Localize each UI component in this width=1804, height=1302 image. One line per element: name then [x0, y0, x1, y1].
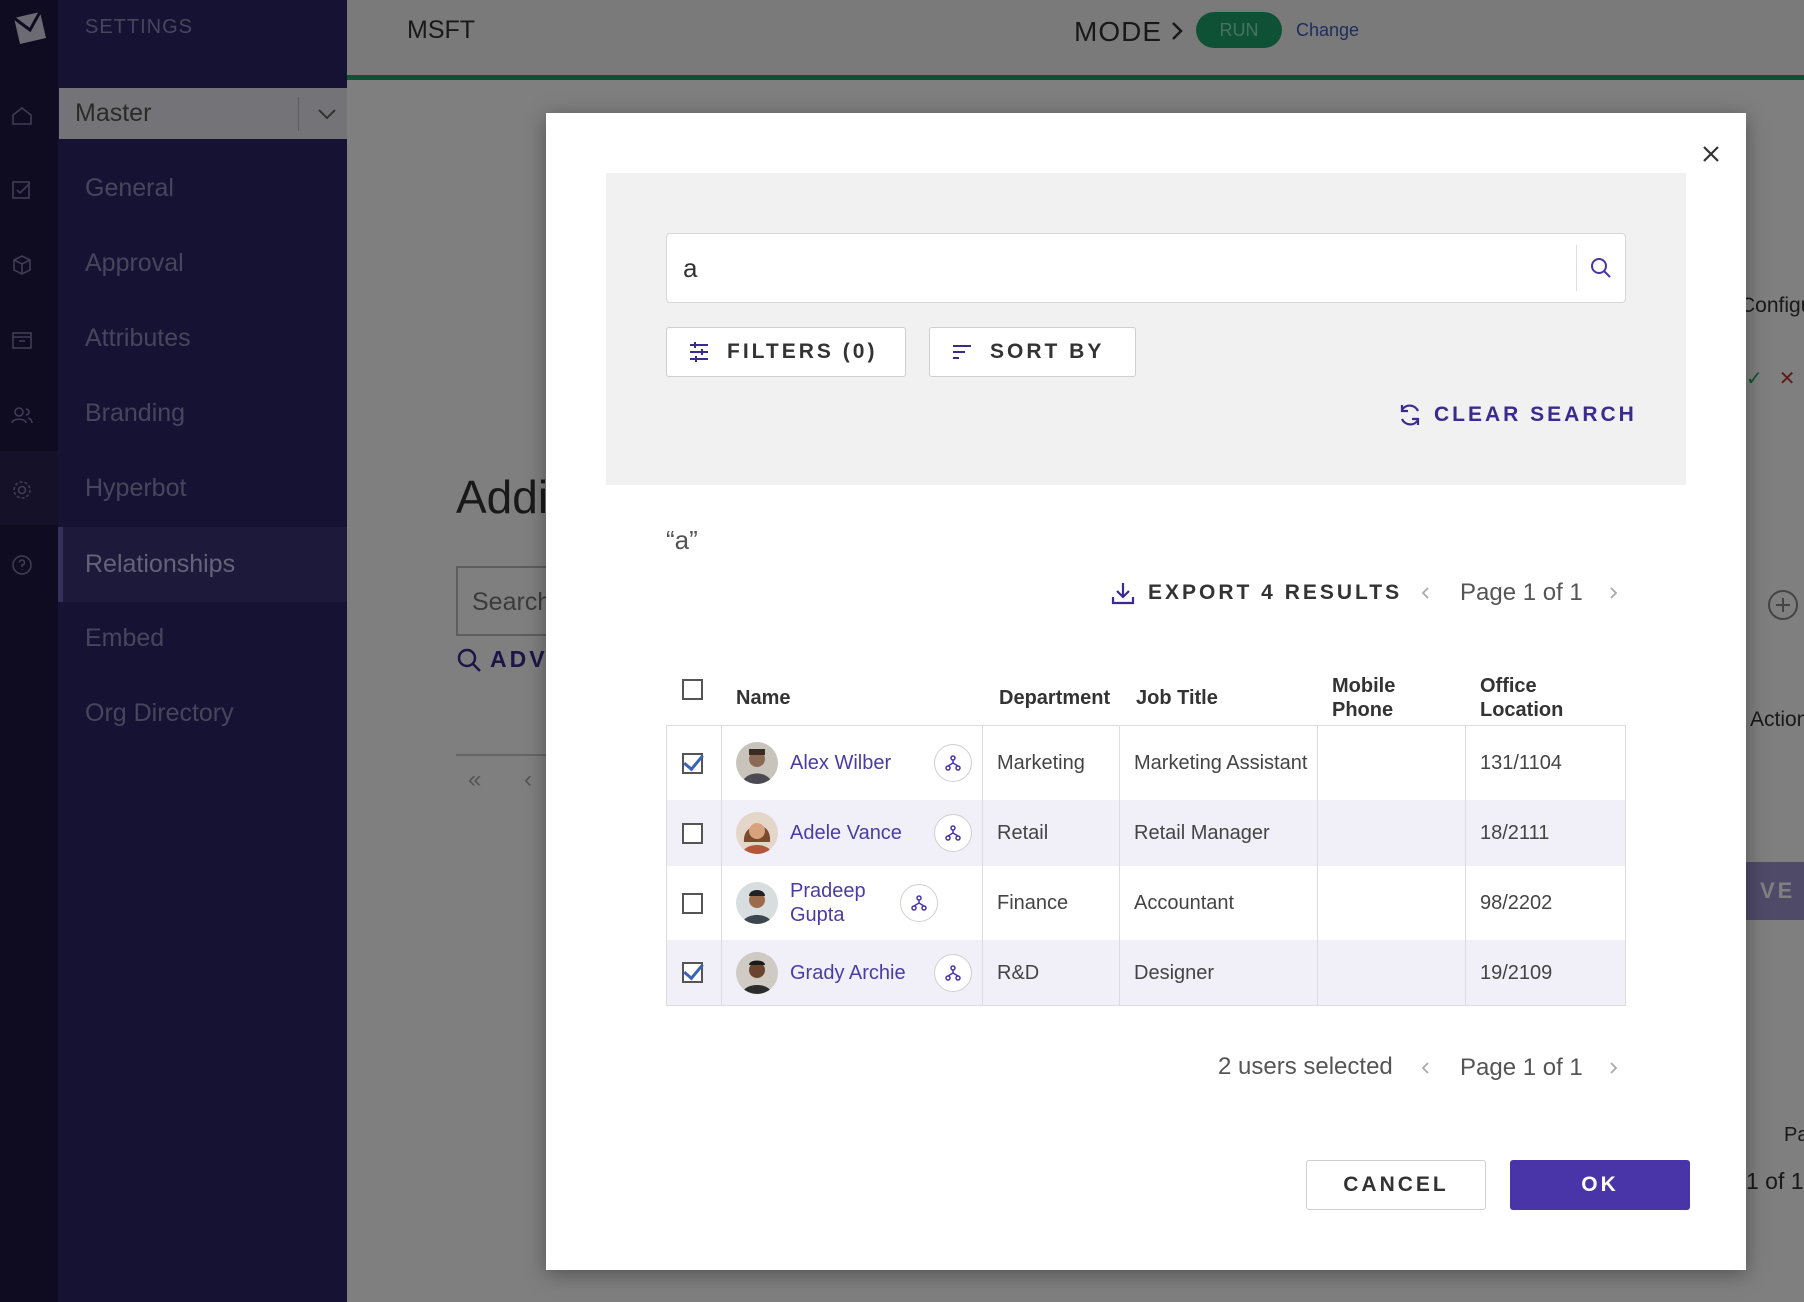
- person-name-link[interactable]: Adele Vance: [790, 821, 934, 845]
- chevron-left-icon: [1421, 587, 1429, 599]
- department-cell: Marketing: [983, 726, 1120, 800]
- org-chart-icon: [945, 825, 961, 841]
- filters-label: FILTERS (0): [727, 340, 878, 363]
- mobile-phone-cell: [1318, 866, 1466, 940]
- row-select-cell: [667, 726, 722, 800]
- page-indicator: Page 1 of 1: [1460, 579, 1583, 606]
- results-table-body: Alex Wilber Marketing Marketing Assistan…: [666, 725, 1626, 1006]
- name-cell: Adele Vance: [722, 800, 983, 866]
- bottom-pager: Page 1 of 1: [1412, 1054, 1627, 1082]
- sort-by-button[interactable]: SORT BY: [929, 327, 1136, 377]
- row-select-cell: [667, 940, 722, 1005]
- table-row[interactable]: Grady Archie R&D Designer 19/2109: [667, 940, 1625, 1005]
- column-header-name[interactable]: Name: [736, 686, 790, 710]
- org-chart-button[interactable]: [934, 814, 972, 852]
- next-page-button[interactable]: [1599, 579, 1627, 607]
- row-checkbox[interactable]: [682, 822, 703, 844]
- search-button[interactable]: [1577, 234, 1625, 302]
- row-select-cell: [667, 866, 722, 940]
- refresh-icon: [1400, 404, 1420, 426]
- search-icon: [1591, 258, 1611, 278]
- department-cell: Finance: [983, 866, 1120, 940]
- org-chart-icon: [945, 755, 961, 771]
- search-input[interactable]: a: [667, 253, 1576, 284]
- org-chart-icon: [945, 964, 961, 981]
- job-title-cell: Retail Manager: [1120, 800, 1318, 866]
- job-title-cell: Designer: [1120, 940, 1318, 1005]
- person-name-link[interactable]: Grady Archie: [790, 961, 934, 985]
- table-row[interactable]: Pradeep Gupta Finance Accountant 98/2202: [667, 866, 1625, 940]
- org-chart-icon: [911, 895, 927, 911]
- department-cell: R&D: [983, 940, 1120, 1005]
- sort-by-label: SORT BY: [990, 340, 1105, 363]
- search-query-label: “a”: [666, 525, 698, 555]
- mobile-phone-cell: [1318, 726, 1466, 800]
- office-location-cell: 19/2109: [1480, 961, 1553, 984]
- office-location-cell: 131/1104: [1480, 752, 1562, 774]
- department-cell: Retail: [983, 800, 1120, 866]
- name-cell: Pradeep Gupta: [722, 866, 983, 940]
- cancel-button[interactable]: CANCEL: [1306, 1160, 1486, 1210]
- sort-icon: [953, 345, 971, 359]
- user-search-modal: a FILTERS (0) SORT BY CLEAR SEARCH “a” E…: [546, 113, 1746, 1270]
- download-icon: [1111, 583, 1135, 605]
- table-row[interactable]: Alex Wilber Marketing Marketing Assistan…: [667, 726, 1625, 800]
- person-name-link[interactable]: Alex Wilber: [790, 751, 934, 775]
- sliders-icon: [690, 342, 708, 362]
- top-pager: Page 1 of 1: [1412, 579, 1627, 607]
- close-modal-button[interactable]: [1696, 139, 1726, 169]
- avatar: [736, 951, 778, 994]
- office-location-cell: 98/2202: [1480, 892, 1553, 914]
- avatar: [736, 742, 778, 784]
- row-checkbox[interactable]: [682, 752, 703, 774]
- mobile-phone-cell: [1318, 940, 1466, 1005]
- avatar: [736, 812, 778, 854]
- search-box: a: [666, 233, 1626, 303]
- close-icon: [1703, 146, 1719, 162]
- export-results-label: EXPORT 4 RESULTS: [1148, 581, 1403, 604]
- chevron-right-icon: [1610, 1062, 1618, 1074]
- column-header-job-title[interactable]: Job Title: [1136, 686, 1218, 710]
- row-select-cell: [667, 800, 722, 866]
- job-title-cell: Accountant: [1120, 866, 1318, 940]
- person-name-link[interactable]: Pradeep Gupta: [790, 879, 900, 927]
- table-row[interactable]: Adele Vance Retail Retail Manager 18/211…: [667, 800, 1625, 866]
- job-title-cell: Marketing Assistant: [1120, 726, 1318, 800]
- column-header-department[interactable]: Department: [999, 686, 1110, 710]
- ok-button[interactable]: OK: [1510, 1160, 1690, 1210]
- filters-button[interactable]: FILTERS (0): [666, 327, 906, 377]
- clear-search-label: CLEAR SEARCH: [1434, 403, 1637, 426]
- mobile-phone-cell: [1318, 800, 1466, 866]
- org-chart-button[interactable]: [900, 884, 938, 922]
- name-cell: Alex Wilber: [722, 726, 983, 800]
- org-chart-button[interactable]: [934, 953, 972, 992]
- column-header-office-location[interactable]: Office Location: [1480, 674, 1570, 722]
- results-table-header: Name Department Job Title Mobile Phone O…: [666, 663, 1626, 725]
- prev-page-button[interactable]: [1412, 1054, 1440, 1082]
- chevron-right-icon: [1610, 587, 1618, 599]
- page-indicator: Page 1 of 1: [1460, 1054, 1583, 1081]
- search-panel: a FILTERS (0) SORT BY CLEAR SEARCH: [606, 173, 1686, 485]
- avatar: [736, 882, 778, 924]
- prev-page-button[interactable]: [1412, 579, 1440, 607]
- next-page-button[interactable]: [1599, 1054, 1627, 1082]
- row-checkbox[interactable]: [682, 962, 703, 983]
- selected-users-count: 2 users selected: [1218, 1053, 1393, 1080]
- chevron-left-icon: [1421, 1062, 1429, 1074]
- row-checkbox[interactable]: [682, 892, 703, 914]
- export-results-button[interactable]: EXPORT 4 RESULTS: [1110, 580, 1402, 606]
- select-all-checkbox[interactable]: [682, 679, 703, 700]
- office-location-cell: 18/2111: [1480, 822, 1550, 844]
- clear-search-button[interactable]: CLEAR SEARCH: [1396, 401, 1637, 429]
- name-cell: Grady Archie: [722, 940, 983, 1005]
- org-chart-button[interactable]: [934, 744, 972, 782]
- column-header-mobile-phone[interactable]: Mobile Phone: [1332, 674, 1412, 722]
